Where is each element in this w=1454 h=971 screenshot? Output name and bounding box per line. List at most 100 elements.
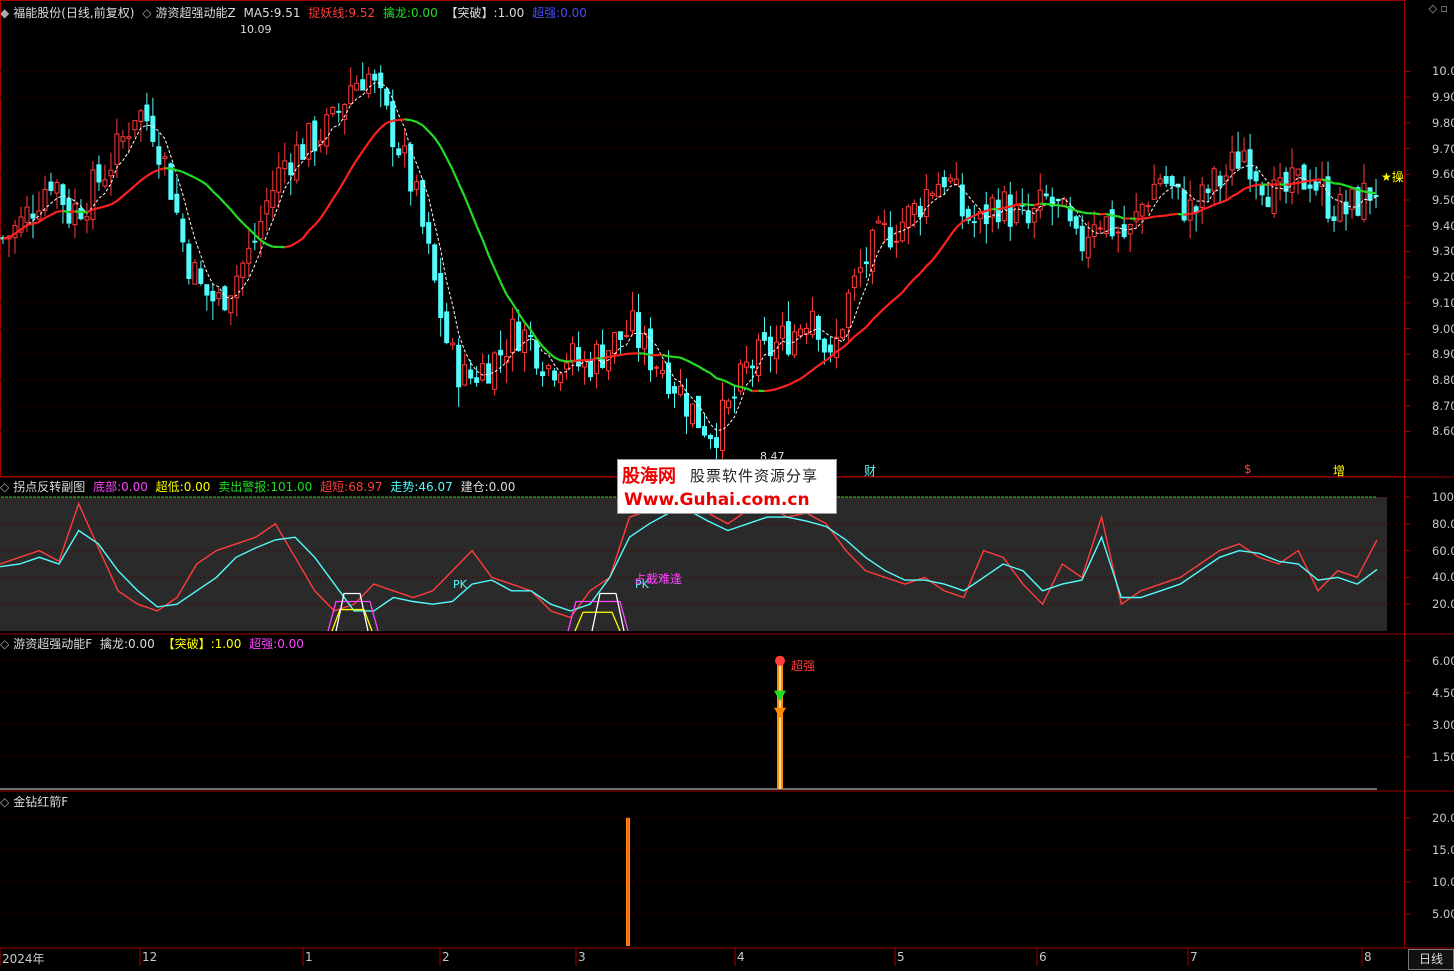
candle-body — [1211, 168, 1217, 192]
zy-line-segment — [1183, 212, 1191, 216]
zy-line-segment — [841, 341, 850, 349]
candle-body — [54, 181, 60, 194]
zy-line-segment — [487, 254, 496, 270]
candle-body — [1205, 188, 1211, 194]
zy-line-segment — [325, 198, 334, 210]
candle-body — [1259, 184, 1265, 196]
zeng-label: 增 — [1333, 464, 1346, 478]
y-tick-label: 9.30 — [1432, 244, 1454, 259]
zy-line-segment — [493, 268, 502, 283]
candle-body — [1079, 225, 1085, 252]
zy-line-segment — [176, 169, 184, 174]
candle-body — [534, 339, 540, 369]
zy-line-segment — [1177, 212, 1185, 216]
zy-line-segment — [776, 385, 783, 391]
zy-line-segment — [799, 373, 808, 380]
zy-line-segment — [266, 243, 274, 248]
candle-body — [648, 328, 654, 371]
candle-body — [108, 169, 114, 177]
period-tab[interactable]: 日线 — [1408, 949, 1454, 970]
candle-body — [1073, 216, 1079, 229]
candle-body — [174, 193, 180, 213]
zy-line-segment — [469, 210, 478, 227]
candle-body — [833, 336, 839, 358]
zy-line-segment — [745, 387, 753, 393]
zy-line-segment — [404, 118, 411, 122]
zy-line-segment — [26, 222, 34, 227]
zy-line-segment — [523, 321, 532, 331]
y-tick-label: 20.00 — [1432, 597, 1454, 612]
zy-line-segment — [1154, 215, 1161, 218]
candle-body — [875, 220, 881, 224]
zy-line-segment — [608, 354, 615, 358]
watermark-slogan: 股票软件资源分享 — [690, 467, 819, 485]
candle-body — [1241, 150, 1247, 163]
signal-bar-core — [779, 660, 781, 789]
zy-line-segment — [931, 251, 940, 261]
tj-label: 占截难逢 — [634, 572, 683, 586]
zy-line-segment — [1321, 178, 1329, 182]
zy-line-segment — [451, 169, 460, 184]
zy-line-segment — [355, 150, 364, 161]
candle-body — [1247, 149, 1253, 180]
candle-body — [396, 148, 402, 156]
candle-body — [348, 85, 354, 105]
candle-body — [432, 244, 438, 281]
candle-body — [30, 213, 36, 219]
candle-body — [755, 339, 761, 377]
x-tick-label: 6 — [1039, 950, 1047, 964]
zy-line-segment — [859, 326, 868, 333]
ma-lines — [2, 82, 1377, 432]
zy-line-segment — [398, 118, 405, 122]
candle-body — [917, 205, 923, 218]
candle-body — [1331, 216, 1337, 221]
candle-body — [1217, 175, 1223, 187]
candle-body — [654, 366, 660, 369]
signal-diamond-top — [775, 655, 785, 666]
zy-line-segment — [140, 175, 148, 182]
zy-line-segment — [373, 126, 382, 136]
candle-body — [803, 327, 809, 335]
candle-body — [462, 364, 468, 386]
candle-body — [1157, 178, 1163, 185]
zy-line-segment — [194, 176, 202, 182]
candle-body — [1307, 184, 1313, 189]
signal-diamond-low — [774, 707, 786, 719]
zy-line-segment — [529, 329, 538, 340]
zy-line-segment — [74, 210, 82, 214]
zy-line-segment — [907, 278, 916, 286]
zy-line-segment — [296, 237, 304, 244]
zy-line-segment — [883, 301, 892, 310]
zy-line-segment — [1016, 202, 1023, 206]
y-tick-label: 40.00 — [1432, 570, 1454, 585]
candle-body — [450, 342, 456, 346]
candle-body — [624, 334, 630, 337]
candle-body — [684, 393, 690, 417]
zy-line-segment — [572, 359, 579, 363]
candle-body — [522, 329, 528, 354]
zy-line-segment — [541, 345, 550, 354]
zy-line-segment — [1231, 192, 1239, 198]
candle-body — [552, 370, 558, 381]
candle-body — [1367, 187, 1373, 201]
candle-body — [1007, 194, 1013, 227]
candle-body — [1109, 209, 1115, 237]
zy-line-segment — [50, 210, 58, 216]
candle-body — [725, 400, 731, 409]
candle-body — [1031, 208, 1037, 223]
y-tick-label: 9.10 — [1432, 295, 1454, 310]
candle-body — [642, 333, 648, 350]
candle-body — [1085, 236, 1091, 259]
candle-body — [695, 395, 701, 429]
zy-line-segment — [674, 355, 681, 359]
zy-line-segment — [421, 124, 430, 133]
candle-body — [126, 136, 132, 139]
zy-line-segment — [727, 381, 735, 387]
zy-line-segment — [1285, 182, 1293, 186]
y-tick-label: 8.60 — [1432, 424, 1454, 439]
zy-line-segment — [367, 133, 376, 144]
y-tick-label: 9.70 — [1432, 141, 1454, 156]
zy-line-segment — [92, 206, 100, 211]
y-tick-label: 9.40 — [1432, 218, 1454, 233]
candle-body — [354, 82, 360, 91]
